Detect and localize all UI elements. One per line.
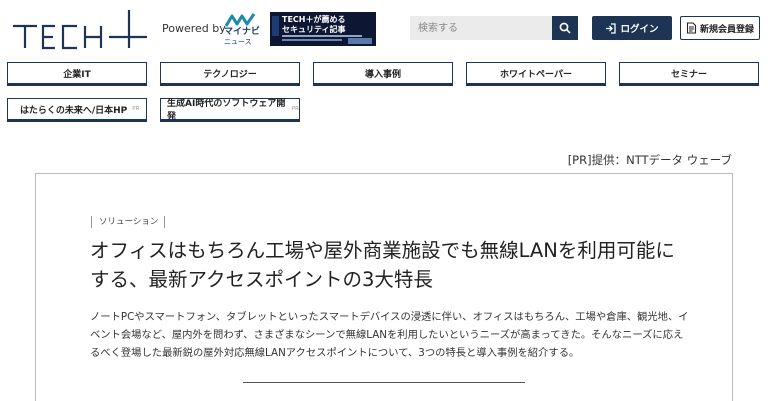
- article-title: オフィスはもちろん工場や屋外商業施設でも無線LANを利用可能にする、最新アクセス…: [90, 239, 675, 291]
- login-icon: [606, 22, 617, 34]
- register-label: 新規会員登録: [699, 24, 754, 35]
- nav-item-label: 生成AI時代のソフトウェア開発: [167, 99, 286, 122]
- banner-cta: [348, 38, 372, 44]
- sponsor-credit: [PR]提供：NTTデータ ウェーブ: [567, 153, 732, 167]
- nav-item-case-studies[interactable]: 導入事例: [313, 62, 453, 86]
- nav-item-label: ホワイトペーパー: [500, 69, 572, 80]
- login-label: ログイン: [620, 24, 659, 35]
- security-article-banner[interactable]: TECH＋が薦める セキュリティ記事: [270, 12, 376, 46]
- pr-tag: PR: [132, 106, 140, 112]
- banner-headline-2: セキュリティ記事: [282, 25, 346, 34]
- search-button[interactable]: [552, 16, 578, 40]
- search-box: [410, 16, 578, 40]
- mynavi-news-logo[interactable]: マイナビ ニュース: [224, 12, 260, 46]
- search-input[interactable]: [410, 16, 552, 40]
- tech-plus-logo-mark: [13, 10, 147, 50]
- banner-fine-print-2: [282, 39, 342, 41]
- search-icon: [559, 22, 571, 34]
- nav-item-label: 導入事例: [364, 69, 401, 80]
- nav-item-label: 企業IT: [63, 69, 91, 80]
- article-category-tag[interactable]: ソリューション: [91, 216, 166, 228]
- nav-item-future-of-work-hp[interactable]: はたらくの未来へ/日本HP PR: [7, 98, 147, 122]
- register-document-icon: [686, 22, 697, 34]
- nav-item-technology[interactable]: テクノロジー: [160, 62, 300, 86]
- register-button[interactable]: 新規会員登録: [680, 16, 760, 40]
- nav-item-white-papers[interactable]: ホワイトペーパー: [466, 62, 606, 86]
- mynavi-logo-subtext: ニュース: [224, 38, 252, 46]
- powered-by-text: Powered by: [162, 22, 226, 35]
- banner-device-illustration: [272, 16, 279, 36]
- mynavi-logo-text: マイナビ: [224, 27, 260, 37]
- mynavi-logo-mark: [224, 13, 256, 27]
- nav-item-seminars[interactable]: セミナー: [619, 62, 759, 86]
- tech-plus-logo[interactable]: [11, 6, 151, 54]
- banner-fine-print: [282, 35, 362, 37]
- nav-item-enterprise-it[interactable]: 企業IT: [7, 62, 147, 86]
- nav-item-label: セミナー: [670, 69, 707, 80]
- nav-item-genai-software-dev[interactable]: 生成AI時代のソフトウェア開発 PR: [160, 98, 300, 122]
- nav-item-label: はたらくの未来へ/日本HP: [20, 105, 128, 116]
- article-lead: ノートPCやスマートフォン、タブレットといったスマートデバイスの浸透に伴い、オフ…: [90, 311, 689, 359]
- pr-tag: PR: [291, 106, 299, 112]
- nav-item-label: テクノロジー: [203, 69, 257, 80]
- article-divider: [243, 382, 525, 383]
- login-button[interactable]: ログイン: [592, 16, 672, 40]
